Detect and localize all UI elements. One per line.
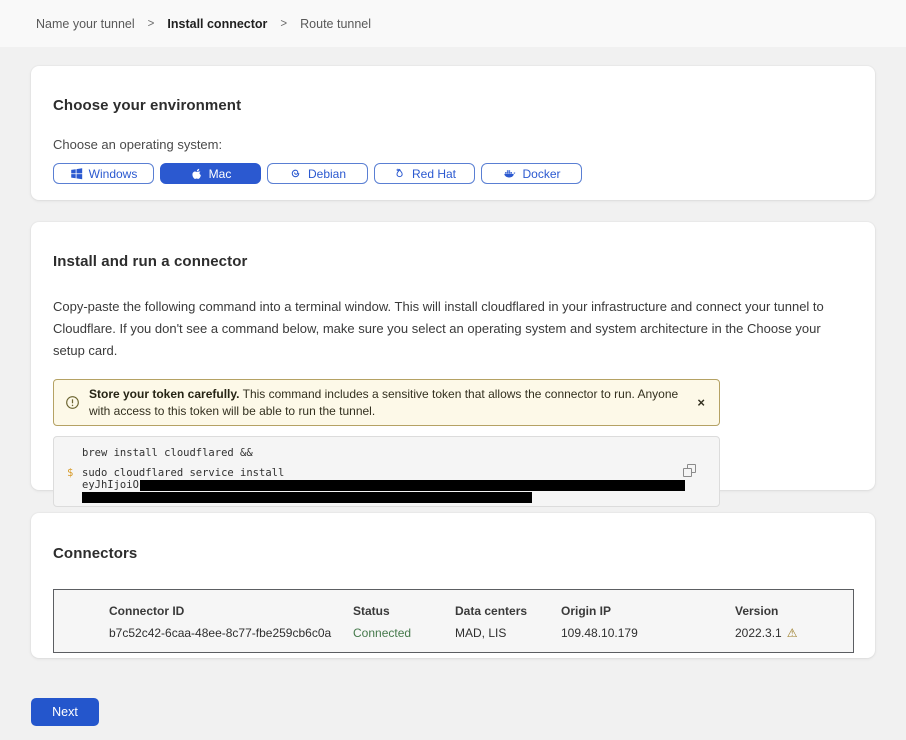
cell-status: Connected: [353, 626, 455, 640]
install-command-codeblock: brew install cloudflared && $ sudo cloud…: [53, 436, 720, 507]
code-line-token: eyJhIjoiO: [82, 479, 719, 491]
os-button-label: Mac: [209, 167, 232, 181]
card-title: Connectors: [53, 513, 853, 562]
os-button-label: Red Hat: [412, 167, 456, 181]
install-description: Copy-paste the following command into a …: [53, 296, 853, 362]
choose-environment-card: Choose your environment Choose an operat…: [31, 66, 875, 200]
breadcrumb-step-route-tunnel[interactable]: Route tunnel: [300, 17, 371, 31]
col-header-data-centers: Data centers: [455, 604, 561, 618]
os-button-label: Debian: [308, 167, 346, 181]
card-title: Install and run a connector: [53, 222, 853, 270]
install-connector-card: Install and run a connector Copy-paste t…: [31, 222, 875, 490]
col-header-connector-id: Connector ID: [109, 604, 353, 618]
alert-message: Store your token carefully. This command…: [89, 386, 683, 419]
os-button-windows[interactable]: Windows: [53, 163, 154, 184]
table-row: b7c52c42-6caa-48ee-8c77-fbe259cb6c0a Con…: [109, 626, 853, 640]
token-warning-alert: Store your token carefully. This command…: [53, 379, 720, 426]
breadcrumb-step-install-connector[interactable]: Install connector: [167, 17, 267, 31]
copy-icon[interactable]: [683, 464, 697, 478]
os-button-docker[interactable]: Docker: [481, 163, 582, 184]
docker-icon: [502, 167, 516, 180]
connectors-card: Connectors Connector ID Status Data cent…: [31, 513, 875, 658]
redacted-token-bar: [140, 480, 685, 491]
next-button[interactable]: Next: [31, 698, 99, 726]
breadcrumb-bar: Name your tunnel > Install connector > R…: [0, 0, 906, 47]
breadcrumb-step-name-your-tunnel[interactable]: Name your tunnel: [36, 17, 135, 31]
code-line-token-2: [82, 491, 719, 503]
os-button-debian[interactable]: Debian: [267, 163, 368, 184]
apple-icon: [190, 167, 203, 180]
col-header-origin-ip: Origin IP: [561, 604, 735, 618]
close-icon[interactable]: ×: [697, 396, 705, 409]
code-line-1: brew install cloudflared &&: [82, 447, 719, 459]
col-header-version: Version: [735, 604, 853, 618]
col-header-status: Status: [353, 604, 455, 618]
os-button-mac[interactable]: Mac: [160, 163, 261, 184]
cell-data-centers: MAD, LIS: [455, 626, 561, 640]
card-title: Choose your environment: [53, 66, 853, 114]
breadcrumb-separator: >: [148, 18, 155, 30]
version-warning-icon[interactable]: ⚠: [787, 627, 798, 639]
shell-prompt: $: [67, 467, 73, 479]
os-button-redhat[interactable]: Red Hat: [374, 163, 475, 184]
os-button-label: Docker: [522, 167, 560, 181]
os-select-label: Choose an operating system:: [53, 137, 853, 152]
debian-icon: [289, 167, 302, 180]
os-button-label: Windows: [89, 167, 138, 181]
cell-version: 2022.3.1 ⚠: [735, 626, 853, 640]
os-button-group: Windows Mac Debian: [53, 163, 853, 184]
table-header-row: Connector ID Status Data centers Origin …: [109, 604, 853, 618]
windows-icon: [70, 167, 83, 180]
cell-origin-ip: 109.48.10.179: [561, 626, 735, 640]
breadcrumb-separator: >: [280, 18, 287, 30]
breadcrumb: Name your tunnel > Install connector > R…: [36, 17, 371, 31]
alert-title: Store your token carefully.: [89, 387, 240, 401]
alert-info-icon: [65, 395, 80, 410]
code-line-2: sudo cloudflared service install: [82, 467, 719, 479]
connectors-table: Connector ID Status Data centers Origin …: [53, 589, 854, 653]
cell-connector-id: b7c52c42-6caa-48ee-8c77-fbe259cb6c0a: [109, 626, 353, 640]
redacted-token-bar: [82, 492, 532, 503]
redhat-icon: [393, 167, 406, 180]
